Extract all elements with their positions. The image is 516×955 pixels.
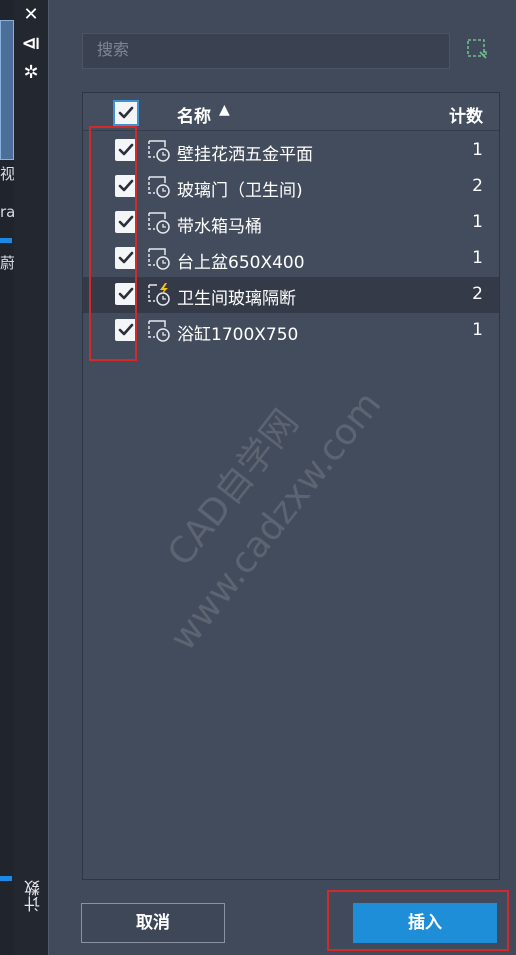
settings-icon[interactable]: ✲ [19, 62, 43, 84]
item-count: 2 [472, 176, 483, 196]
left-edge-selected-area [0, 20, 14, 160]
list-item[interactable]: 玻璃门（卫生间) 2 [83, 169, 499, 205]
item-checkbox[interactable] [115, 211, 137, 233]
item-checkbox[interactable] [115, 283, 137, 305]
block-icon [148, 212, 170, 234]
item-name: 带水箱马桶 [177, 217, 262, 237]
close-icon[interactable]: ✕ [19, 4, 43, 26]
name-column-header[interactable]: 名称 [177, 102, 211, 127]
left-edge-strip: 视 ra 蔚 [0, 0, 16, 955]
select-objects-icon[interactable] [466, 38, 488, 60]
left-edge-blue-bar [0, 876, 12, 881]
checkmark-icon [118, 323, 134, 336]
checkmark-icon [118, 215, 134, 228]
checkmark-icon [118, 287, 134, 300]
checkmark-icon [118, 106, 134, 119]
item-count: 1 [472, 140, 483, 160]
palette-title: 计数 [24, 880, 43, 912]
block-icon [148, 176, 170, 198]
item-count: 1 [472, 248, 483, 268]
list-item[interactable]: 壁挂花洒五金平面 1 [83, 133, 499, 169]
count-column-header[interactable]: 计数 [449, 102, 483, 127]
item-checkbox[interactable] [115, 139, 137, 161]
item-name: 台上盆650X400 [177, 253, 305, 273]
collapse-icon[interactable]: ⧏ [19, 33, 43, 55]
list-item[interactable]: 浴缸1700X750 1 [83, 313, 499, 349]
item-count: 1 [472, 320, 483, 340]
item-checkbox[interactable] [115, 247, 137, 269]
block-icon [148, 140, 170, 162]
block-icon [148, 320, 170, 342]
search-input[interactable] [82, 33, 450, 69]
list-item[interactable]: 带水箱马桶 1 [83, 205, 499, 241]
block-list: 名称 ▲ 计数 壁挂花洒五金平面 1 玻璃门（卫生间) 2 带水箱马桶 1 台上… [82, 92, 500, 880]
list-item-hovered[interactable]: 卫生间玻璃隔断 2 [83, 277, 499, 313]
checkmark-icon [118, 143, 134, 156]
dynamic-block-icon [148, 283, 170, 306]
item-checkbox[interactable] [115, 175, 137, 197]
block-icon [148, 248, 170, 270]
item-name: 卫生间玻璃隔断 [177, 289, 296, 309]
item-count: 1 [472, 212, 483, 232]
select-all-checkbox[interactable] [113, 100, 139, 126]
insert-button[interactable]: 插入 [353, 903, 497, 943]
palette-toolbar: ✕ ⧏ ✲ 计数 [14, 0, 48, 955]
item-checkbox[interactable] [115, 319, 137, 341]
left-edge-fragment: 蔚 [0, 254, 16, 272]
item-count: 2 [472, 284, 483, 304]
cancel-button[interactable]: 取消 [81, 903, 225, 943]
left-edge-blue-bar [0, 238, 12, 243]
item-name: 浴缸1700X750 [177, 325, 299, 345]
list-item[interactable]: 台上盆650X400 1 [83, 241, 499, 277]
item-name: 玻璃门（卫生间) [177, 181, 303, 201]
checkmark-icon [118, 179, 134, 192]
sort-ascending-icon: ▲ [219, 102, 230, 118]
left-edge-fragment: 视 [0, 165, 16, 183]
item-name: 壁挂花洒五金平面 [177, 145, 313, 165]
list-header: 名称 ▲ 计数 [83, 93, 499, 131]
checkmark-icon [118, 251, 134, 264]
